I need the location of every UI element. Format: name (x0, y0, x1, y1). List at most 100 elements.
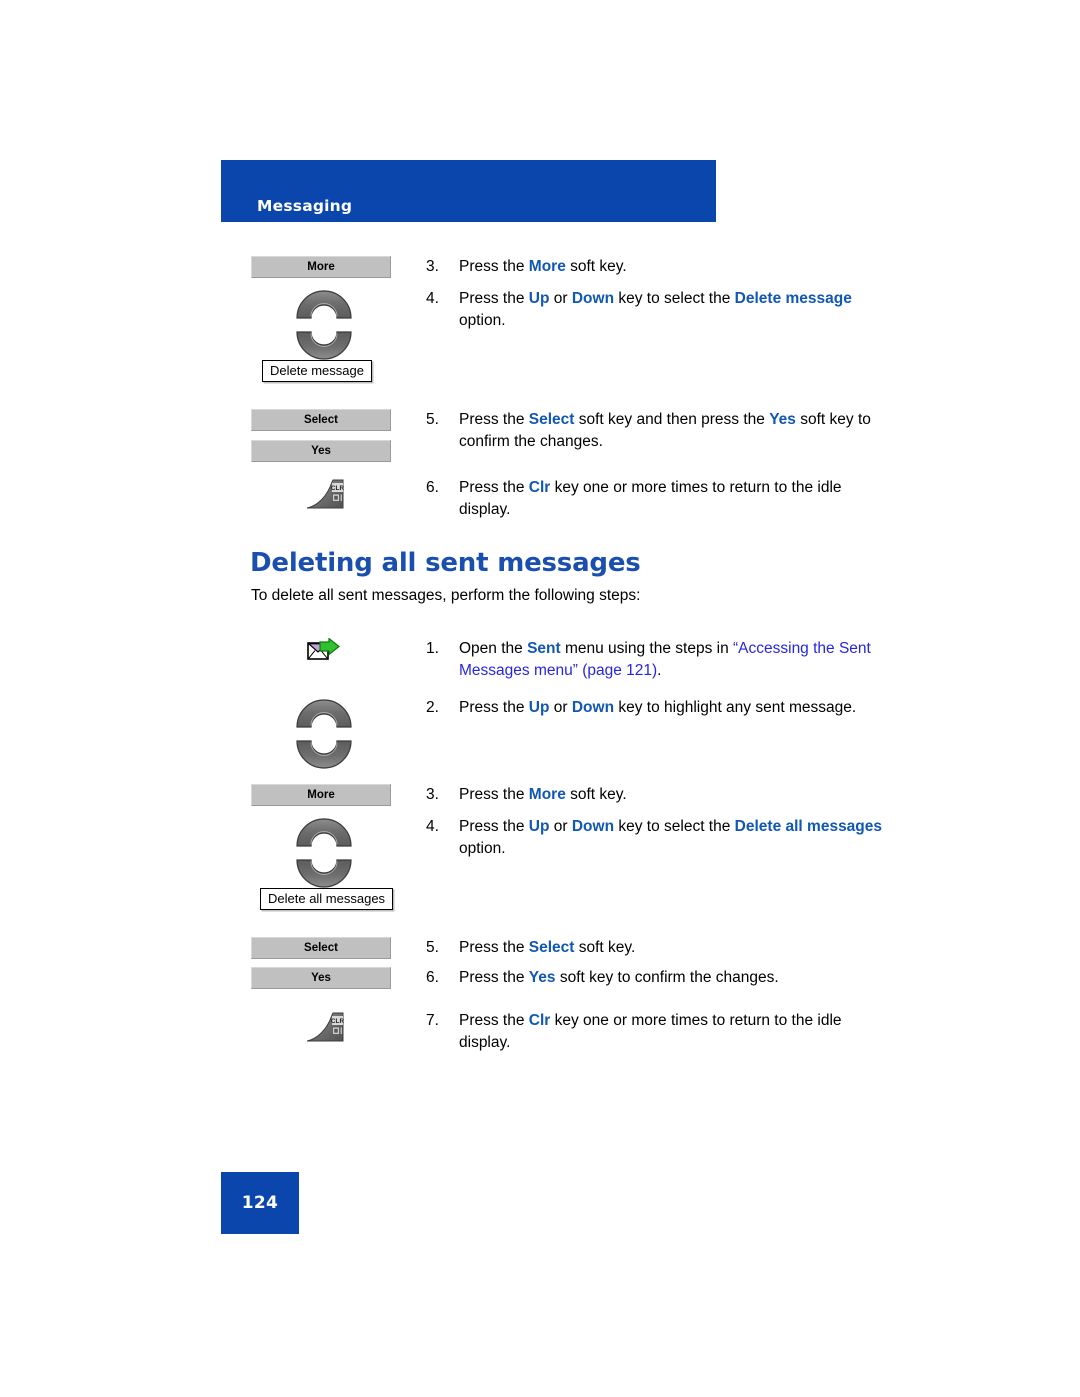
text-part: key to select the (614, 290, 735, 307)
step-number: 5. (426, 411, 439, 428)
step-text: Press the Select soft key. (459, 937, 879, 959)
document-page: Messaging More 3. Press the More soft ke… (0, 0, 1080, 1397)
down-key-shape (296, 859, 352, 888)
up-key-shape (296, 699, 352, 728)
step-number: 2. (426, 699, 439, 716)
navigation-keys-icon (289, 697, 359, 771)
keyword-delete-all-messages: Delete all messages (734, 818, 883, 835)
menu-option-box-delete-all-messages[interactable]: Delete all messages (260, 888, 394, 910)
step-text: Open the Sent menu using the steps in “A… (459, 638, 891, 681)
page-header-banner: Messaging (221, 160, 716, 222)
text-part: Press the (459, 969, 529, 986)
softkey-label: Select (304, 942, 338, 954)
softkey-label: Select (304, 414, 338, 426)
section-intro-text: To delete all sent messages, perform the… (251, 587, 641, 604)
step-number: 5. (426, 939, 439, 956)
softkey-button-yes[interactable]: Yes (251, 440, 391, 462)
step-row: More 3. Press the More soft key. (251, 784, 891, 806)
text-part: Press the (459, 479, 529, 496)
step-row: Yes 6. Press the Yes soft key to confirm… (251, 967, 891, 989)
step-number: 6. (426, 969, 439, 986)
keyword-delete-message: Delete message (734, 290, 852, 307)
navigation-keys-icon (289, 816, 359, 890)
text-part: soft key. (565, 786, 627, 803)
softkey-button-yes[interactable]: Yes (251, 967, 391, 989)
step-artwork: Select Yes (251, 409, 426, 462)
up-key-shape (296, 818, 352, 847)
header-title: Messaging (257, 197, 353, 215)
up-key-shape (296, 290, 352, 319)
softkey-label: Yes (311, 972, 331, 984)
step-artwork: More (251, 256, 426, 278)
step-artwork: Delete all messages (251, 816, 426, 910)
step-number: 6. (426, 479, 439, 496)
step-row: More 3. Press the More soft key. (251, 256, 871, 278)
text-part: Press the (459, 699, 529, 716)
keyword-down: Down (571, 818, 615, 835)
down-key-shape (296, 331, 352, 360)
step-number: 4. (426, 290, 439, 307)
menu-option-box-delete-message[interactable]: Delete message (262, 360, 372, 382)
step-text: Press the More soft key. (459, 256, 871, 278)
text-part: soft key and then press the (574, 411, 770, 428)
keyword-sent: Sent (527, 640, 561, 657)
text-part: or (549, 699, 572, 716)
keyword-more: More (528, 786, 566, 803)
step-artwork (251, 697, 426, 771)
step-text: Press the Select soft key and then press… (459, 409, 889, 452)
step-artwork: CLR (251, 1010, 426, 1046)
keyword-up: Up (528, 699, 550, 716)
keyword-select: Select (528, 939, 575, 956)
softkey-label: More (307, 789, 335, 801)
step-artwork: Delete message (251, 288, 426, 382)
text-part: . (657, 661, 662, 679)
step-row: Select Yes 5. Press the Select soft key … (251, 409, 891, 462)
step-text: Press the Up or Down key to select the D… (459, 816, 889, 859)
text-part: key to highlight any sent message. (614, 699, 857, 716)
step-text: Press the Yes soft key to confirm the ch… (459, 967, 891, 989)
text-part: key to select the (614, 818, 735, 835)
keyword-more: More (528, 258, 566, 275)
navigation-keys-icon (289, 288, 359, 362)
step-text: Press the Up or Down key to select the D… (459, 288, 871, 331)
down-key-shape (296, 740, 352, 769)
step-number: 3. (426, 786, 439, 803)
keyword-down: Down (571, 699, 615, 716)
text-part: option. (459, 839, 506, 857)
step-row: 1. Open the Sent menu using the steps in… (251, 638, 891, 681)
softkey-label: Yes (311, 445, 331, 457)
text-part: Open the (459, 640, 528, 657)
svg-text:CLR: CLR (331, 485, 345, 492)
step-artwork (251, 638, 426, 666)
step-artwork: More (251, 784, 426, 806)
text-part: Press the (459, 939, 529, 956)
step-row: Select 5. Press the Select soft key. (251, 937, 891, 959)
step-artwork: Select (251, 937, 426, 959)
keyword-up: Up (528, 818, 550, 835)
softkey-button-select[interactable]: Select (251, 937, 391, 959)
text-part: or (549, 290, 572, 307)
text-part: Press the (459, 818, 529, 835)
text-part: menu using the steps in (560, 640, 733, 657)
step-number: 7. (426, 1012, 439, 1029)
step-artwork: Yes (251, 967, 426, 989)
softkey-button-select[interactable]: Select (251, 409, 391, 431)
step-row: CLR 6. Press the Clr key one or more tim… (251, 477, 891, 520)
text-part: option. (459, 311, 506, 329)
keyword-yes: Yes (528, 969, 556, 986)
step-row: Delete message 4. Press the Up or Down k… (251, 288, 871, 382)
step-row: CLR 7. Press the Clr key one or more tim… (251, 1010, 891, 1053)
svg-text:CLR: CLR (331, 1018, 345, 1025)
keyword-clr: Clr (528, 479, 551, 496)
text-part: soft key. (574, 939, 636, 956)
step-text: Press the Clr key one or more times to r… (459, 1010, 891, 1053)
clr-key-icon: CLR (303, 477, 351, 513)
step-number: 3. (426, 258, 439, 275)
step-number: 1. (426, 640, 439, 657)
softkey-button-more[interactable]: More (251, 784, 391, 806)
step-text: Press the Up or Down key to highlight an… (459, 697, 879, 719)
step-row: 2. Press the Up or Down key to highlight… (251, 697, 891, 771)
text-part: Press the (459, 290, 529, 307)
softkey-button-more[interactable]: More (251, 256, 391, 278)
text-part: soft key to confirm the changes. (555, 969, 779, 986)
